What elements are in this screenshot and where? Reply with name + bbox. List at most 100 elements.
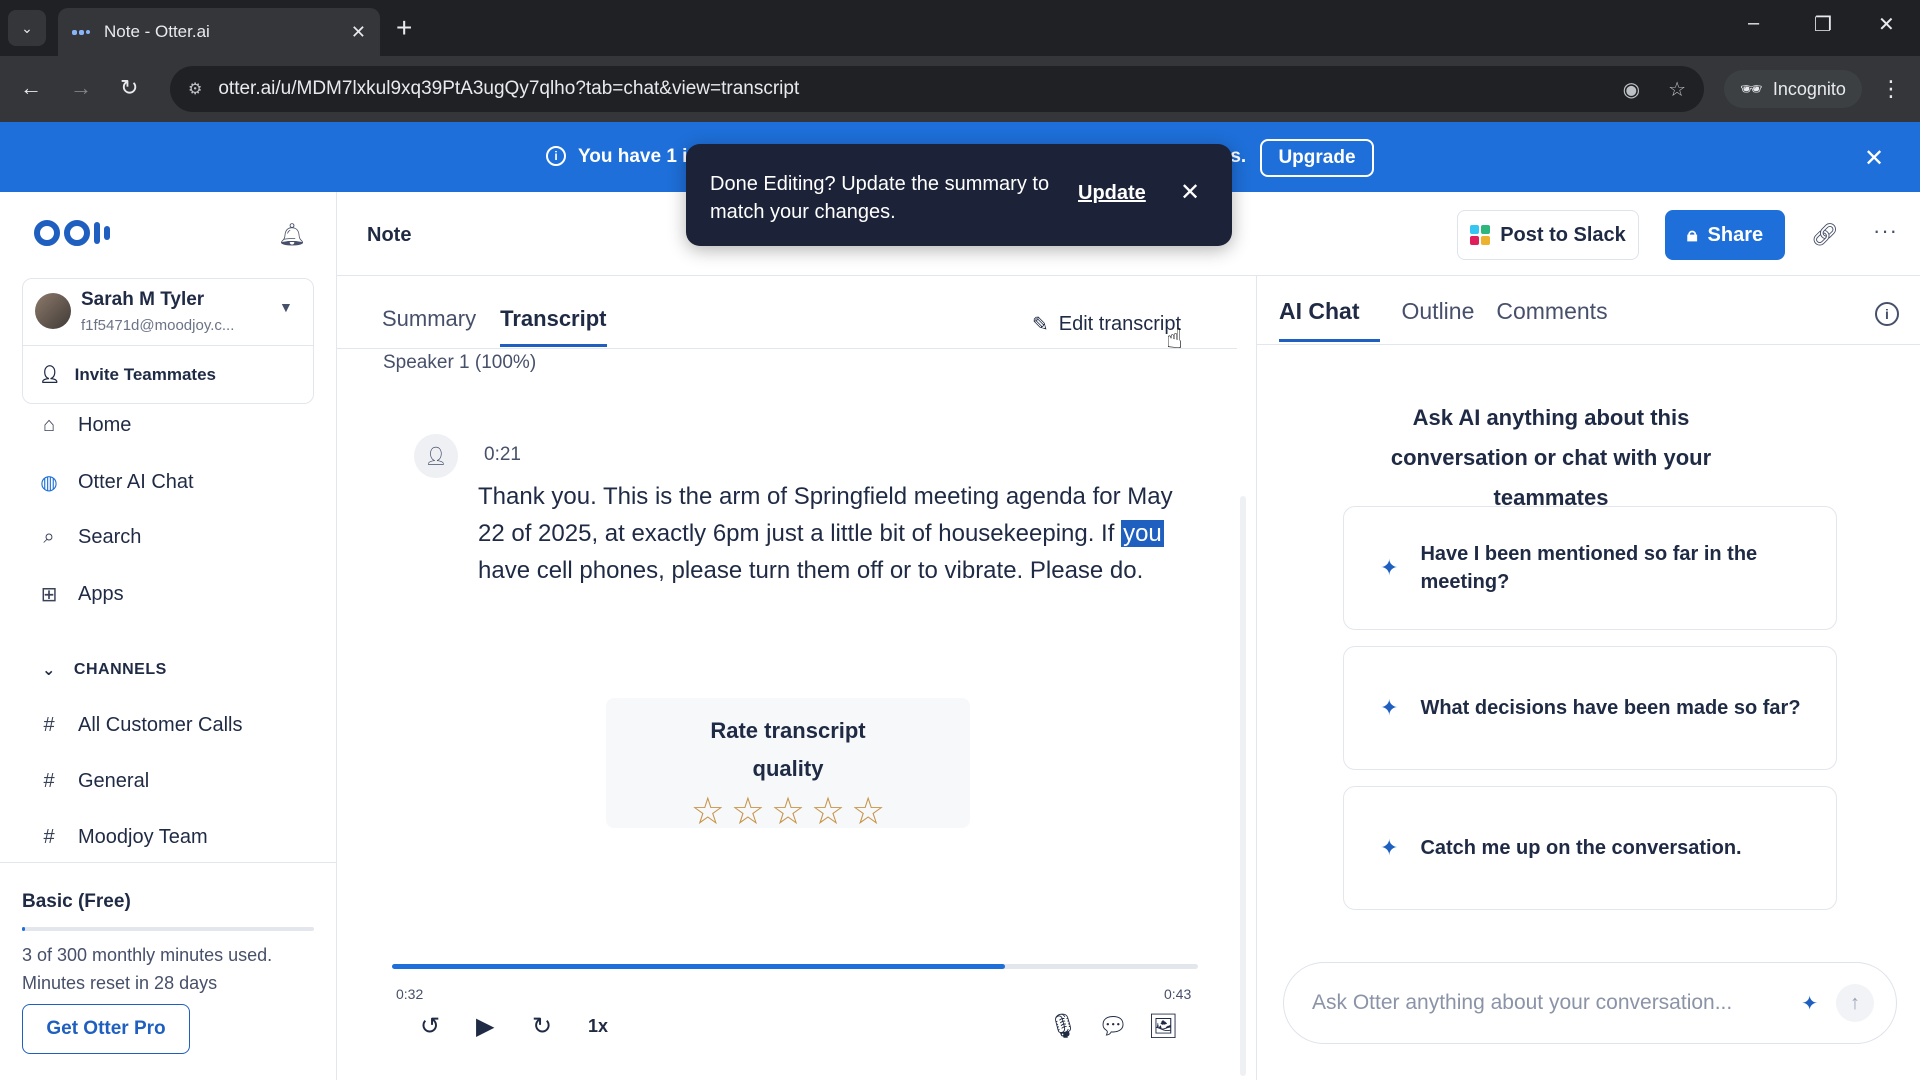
suggestion-card[interactable]: ✦ Catch me up on the conversation. [1343, 786, 1837, 910]
channel-moodjoy-team[interactable]: # Moodjoy Team [36, 826, 207, 849]
utterance-timestamp[interactable]: 0:21 [484, 444, 521, 466]
search-icon: ⌕ [43, 526, 55, 548]
comment-icon[interactable]: 💬︎ [1098, 1012, 1128, 1041]
info-icon: i [546, 146, 566, 166]
get-otter-pro-button[interactable]: Get Otter Pro [22, 1004, 190, 1054]
incognito-label: Incognito [1772, 78, 1846, 99]
playback-progress-bar[interactable] [392, 964, 1198, 969]
browser-toolbar: ← → ↻ ⚙ otter.ai/u/MDM7lxkul9xq39PtA3ugQ… [0, 56, 1920, 122]
speaker-avatar-icon[interactable]: 👤︎ [414, 434, 458, 478]
star-icon[interactable]: ☆ [811, 792, 845, 832]
lock-icon: 🔒︎ [1686, 223, 1698, 246]
divider [337, 348, 1237, 349]
tab-ai-chat[interactable]: AI Chat [1279, 298, 1380, 342]
avatar[interactable] [35, 293, 71, 329]
tab-summary[interactable]: Summary [382, 306, 476, 347]
banner-close-icon[interactable]: ✕ [1864, 144, 1884, 173]
send-arrow-icon[interactable]: ↑ [1836, 984, 1874, 1022]
sparkle-icon: ✦ [1380, 835, 1399, 860]
hash-icon: # [43, 714, 55, 736]
user-name[interactable]: Sarah M Tyler [81, 289, 204, 311]
reload-icon[interactable]: ↻ [120, 76, 138, 100]
tab-outline[interactable]: Outline [1402, 298, 1475, 342]
ai-chat-panel: AI Chat Outline Comments i Ask AI anythi… [1256, 276, 1920, 1080]
sidebar-item-apps[interactable]: ⊞ Apps [36, 582, 124, 607]
sidebar-item-label: Home [78, 414, 132, 436]
post-to-slack-button[interactable]: Post to Slack [1457, 210, 1639, 260]
chevron-down-icon[interactable]: ▼ [279, 299, 293, 315]
add-user-icon: 👤︎ [39, 364, 61, 384]
browser-menu-icon[interactable]: ⋮ [1880, 76, 1902, 102]
address-bar[interactable]: ⚙ otter.ai/u/MDM7lxkul9xq39PtA3ugQy7qlho… [170, 66, 1704, 112]
star-icon[interactable]: ☆ [731, 792, 765, 832]
otter-favicon-icon [72, 27, 90, 37]
tab-search-button[interactable]: ⌄ [8, 10, 46, 46]
sparkle-icon[interactable]: ✦ [1801, 991, 1818, 1016]
transcript-scrollbar[interactable] [1240, 496, 1246, 1076]
forward-icon[interactable]: ↻ [532, 1012, 552, 1041]
link-icon[interactable]: 🔗︎ [1811, 222, 1839, 248]
back-icon[interactable]: ← [20, 76, 42, 100]
apps-icon: ⊞ [40, 584, 58, 606]
utterance-text[interactable]: Thank you. This is the arm of Springfiel… [478, 478, 1178, 589]
channel-label: All Customer Calls [78, 714, 243, 736]
current-time: 0:32 [396, 986, 424, 1002]
sidebar-item-home[interactable]: ⌂ Home [36, 414, 131, 437]
sidebar-item-search[interactable]: ⌕ Search [36, 526, 141, 549]
upgrade-button[interactable]: Upgrade [1260, 139, 1374, 177]
usage-progress-bar [22, 927, 314, 931]
new-tab-button[interactable]: + [396, 12, 412, 44]
audio-player: 0:32 0:43 ↺ ▶ ↻ 1x 🎙︎ 💬︎ 🖼︎ [388, 924, 1202, 1064]
ask-otter-input[interactable] [1312, 991, 1802, 1015]
banner-message-start: You have 1 i [578, 146, 688, 167]
rewind-icon[interactable]: ↺ [420, 1012, 440, 1041]
usage-text: 3 of 300 monthly minutes used. Minutes r… [22, 941, 272, 997]
sidebar-item-label: Search [78, 526, 142, 548]
play-icon[interactable]: ▶ [476, 1012, 494, 1041]
edit-transcript-label: Edit transcript [1058, 313, 1182, 335]
image-icon[interactable]: 🖼︎ [1148, 1012, 1178, 1041]
channel-all-customer-calls[interactable]: # All Customer Calls [36, 714, 242, 737]
tab-comments[interactable]: Comments [1496, 298, 1607, 342]
bookmark-star-icon[interactable]: ☆ [1668, 77, 1686, 102]
notifications-bell-icon[interactable]: 🔔︎ [278, 222, 306, 248]
sidebar-item-otter-ai-chat[interactable]: ◍ Otter AI Chat [36, 470, 194, 495]
star-icon[interactable]: ☆ [851, 792, 885, 832]
eye-off-icon[interactable]: ◉ [1623, 77, 1640, 102]
tab-transcript[interactable]: Transcript [500, 306, 607, 347]
browser-tab[interactable]: Note - Otter.ai ✕ [58, 8, 380, 56]
suggestion-card[interactable]: ✦ What decisions have been made so far? [1343, 646, 1837, 770]
edit-transcript-button[interactable]: ✎ Edit transcript [1032, 312, 1181, 337]
more-options-icon[interactable]: ··· [1873, 218, 1898, 244]
user-email: f1f5471d@moodjoy.c... [81, 317, 235, 334]
reset-line: Minutes reset in 28 days [22, 973, 218, 993]
channels-header[interactable]: ⌄ CHANNELS [42, 660, 167, 680]
sidebar-item-label: Otter AI Chat [78, 471, 194, 493]
channel-label: General [78, 770, 150, 792]
toast-update-link[interactable]: Update [1078, 182, 1146, 205]
invite-teammates-button[interactable]: 👤︎ Invite Teammates [23, 345, 313, 403]
incognito-badge[interactable]: 🕶 Incognito [1724, 70, 1862, 108]
toast-close-icon[interactable]: ✕ [1180, 178, 1200, 207]
ai-panel-tabs: AI Chat Outline Comments [1279, 298, 1608, 342]
share-button[interactable]: 🔒︎ Share [1665, 210, 1785, 260]
channels-header-label: CHANNELS [73, 661, 167, 678]
hash-icon: # [43, 770, 55, 792]
info-icon[interactable]: i [1875, 302, 1899, 326]
star-icon[interactable]: ☆ [691, 792, 725, 832]
playback-speed[interactable]: 1x [588, 1016, 608, 1037]
suggestion-card[interactable]: ✦ Have I been mentioned so far in the me… [1343, 506, 1837, 630]
microphone-icon[interactable]: 🎙︎ [1048, 1012, 1078, 1041]
otter-logo[interactable] [34, 220, 110, 246]
tab-close-icon[interactable]: ✕ [351, 22, 366, 43]
site-settings-icon[interactable]: ⚙ [188, 79, 202, 99]
star-icon[interactable]: ☆ [771, 792, 805, 832]
minimize-icon[interactable]: – [1748, 12, 1759, 35]
sparkle-icon: ✦ [1380, 555, 1399, 580]
highlighted-word[interactable]: you [1121, 520, 1164, 547]
channel-general[interactable]: # General [36, 770, 149, 793]
window-close-icon[interactable]: ✕ [1878, 12, 1895, 37]
forward-icon[interactable]: → [70, 76, 92, 100]
restore-icon[interactable]: ❐ [1814, 12, 1832, 37]
rate-transcript-card: Rate transcript quality ☆ ☆ ☆ ☆ ☆ [606, 698, 970, 832]
